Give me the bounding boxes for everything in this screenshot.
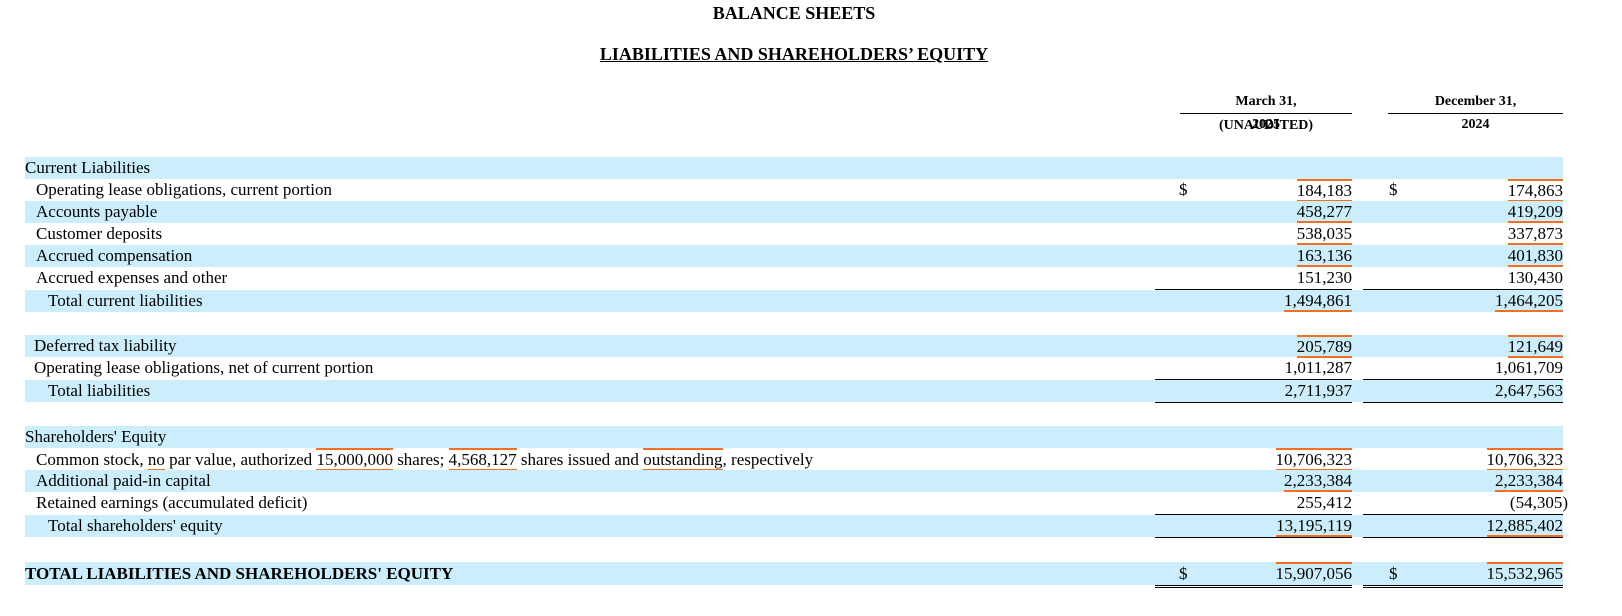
document-title: BALANCE SHEETS	[712, 3, 876, 23]
total-rule	[1155, 537, 1352, 538]
row-label: Retained earnings (accumulated deficit)	[36, 493, 308, 512]
value-december-2024: 12,885,402	[1486, 516, 1563, 537]
grand-total-double-rule	[1363, 585, 1563, 588]
table-row: Common stock, no par value, authorized 1…	[25, 448, 1563, 471]
value-december-2024: 1,061,709	[1495, 358, 1563, 377]
row-label: Additional paid-in capital	[36, 471, 211, 490]
value-december-2024: 2,233,384	[1495, 471, 1563, 492]
row-label: Accrued compensation	[36, 246, 193, 265]
value-december-2024: 401,830	[1507, 246, 1563, 267]
value-march-2025: 10,706,323	[1275, 448, 1352, 471]
table-row: Additional paid-in capital 2,233,384 2,2…	[25, 470, 1563, 492]
value-march-2025: 538,035	[1296, 224, 1352, 245]
value-march-2025: 15,907,056	[1275, 562, 1352, 583]
total-rule	[1363, 537, 1563, 538]
row-label: Operating lease obligations, current por…	[36, 180, 332, 199]
row-label: Total shareholders' equity	[48, 516, 223, 535]
table-row: Accrued compensation 163,136 401,830	[25, 245, 1563, 267]
column-header-line1: March 31,	[1235, 94, 1297, 109]
row-label: Total current liabilities	[48, 291, 203, 310]
value-december-2024: 2,647,563	[1495, 381, 1563, 400]
value-december-2024: 130,430	[1507, 268, 1563, 287]
table-row: Retained earnings (accumulated deficit) …	[25, 492, 1568, 514]
row-label: Accrued expenses and other	[36, 268, 228, 287]
table-row: Operating lease obligations, net of curr…	[25, 357, 1563, 379]
value-december-2024: 15,532,965	[1486, 562, 1563, 583]
value-march-2025: 2,711,937	[1284, 381, 1352, 400]
grand-total-row: TOTAL LIABILITIES AND SHAREHOLDERS' EQUI…	[25, 562, 1563, 585]
total-rule	[1363, 402, 1563, 403]
value-march-2025: 1,011,287	[1284, 358, 1352, 377]
row-label: Customer deposits	[36, 224, 163, 243]
section-row-shareholders-equity: Shareholders' Equity	[25, 426, 1563, 448]
column-header-note: (UNAUDITED)	[1218, 118, 1314, 133]
total-rule	[1155, 402, 1352, 403]
value-march-2025: 1,494,861	[1284, 291, 1352, 312]
value-march-2025: 255,412	[1296, 493, 1352, 512]
subtotal-row: Total shareholders' equity 13,195,119 12…	[25, 515, 1563, 537]
value-march-2025: 205,789	[1296, 335, 1352, 358]
value-december-2024: (54,305)	[1509, 493, 1568, 512]
row-label: Shareholders' Equity	[25, 427, 167, 446]
table-row: Accrued expenses and other 151,230 130,4…	[25, 267, 1563, 289]
row-label: Common stock, no par value, authorized 1…	[36, 448, 814, 471]
value-december-2024: 121,649	[1507, 335, 1563, 358]
value-december-2024: 10,706,323	[1486, 448, 1563, 471]
value-december-2024: 419,209	[1507, 202, 1563, 223]
table-row: Deferred tax liability 205,789 121,649	[25, 335, 1563, 358]
section-row-current-liabilities: Current Liabilities	[25, 157, 1563, 179]
value-march-2025: 151,230	[1296, 268, 1352, 287]
column-header-line1: December 31,	[1434, 94, 1517, 109]
row-label: Total liabilities	[48, 381, 151, 400]
table-row: Customer deposits 538,035 337,873	[25, 223, 1563, 245]
subtotal-row: Total liabilities 2,711,937 2,647,563	[25, 380, 1563, 402]
value-march-2025: 163,136	[1296, 246, 1352, 267]
grand-total-double-rule	[1155, 585, 1352, 588]
value-march-2025: 13,195,119	[1276, 516, 1352, 537]
subtotal-row: Total current liabilities 1,494,861 1,46…	[25, 290, 1563, 312]
section-title: LIABILITIES AND SHAREHOLDERS’ EQUITY	[599, 44, 989, 64]
value-march-2025: 458,277	[1296, 202, 1352, 223]
column-header-march-2025: March 31, 2025 (UNAUDITED)	[1180, 90, 1352, 137]
value-december-2024: 174,863	[1507, 179, 1563, 202]
table-row: Accounts payable 458,277 419,209	[25, 201, 1563, 223]
value-december-2024: 337,873	[1507, 224, 1563, 245]
row-label: Operating lease obligations, net of curr…	[34, 358, 374, 377]
value-march-2025: 184,183	[1296, 179, 1352, 202]
value-december-2024: 1,464,205	[1495, 291, 1563, 312]
row-label: Deferred tax liability	[34, 336, 177, 355]
column-header-line2: 2024	[1388, 113, 1563, 132]
row-label: TOTAL LIABILITIES AND SHAREHOLDERS' EQUI…	[25, 564, 454, 583]
row-label: Accounts payable	[36, 202, 158, 221]
value-march-2025: 2,233,384	[1284, 471, 1352, 492]
column-header-december-2024: December 31, 2024	[1388, 90, 1563, 132]
row-label: Current Liabilities	[25, 158, 151, 177]
table-row: Operating lease obligations, current por…	[25, 179, 1563, 202]
